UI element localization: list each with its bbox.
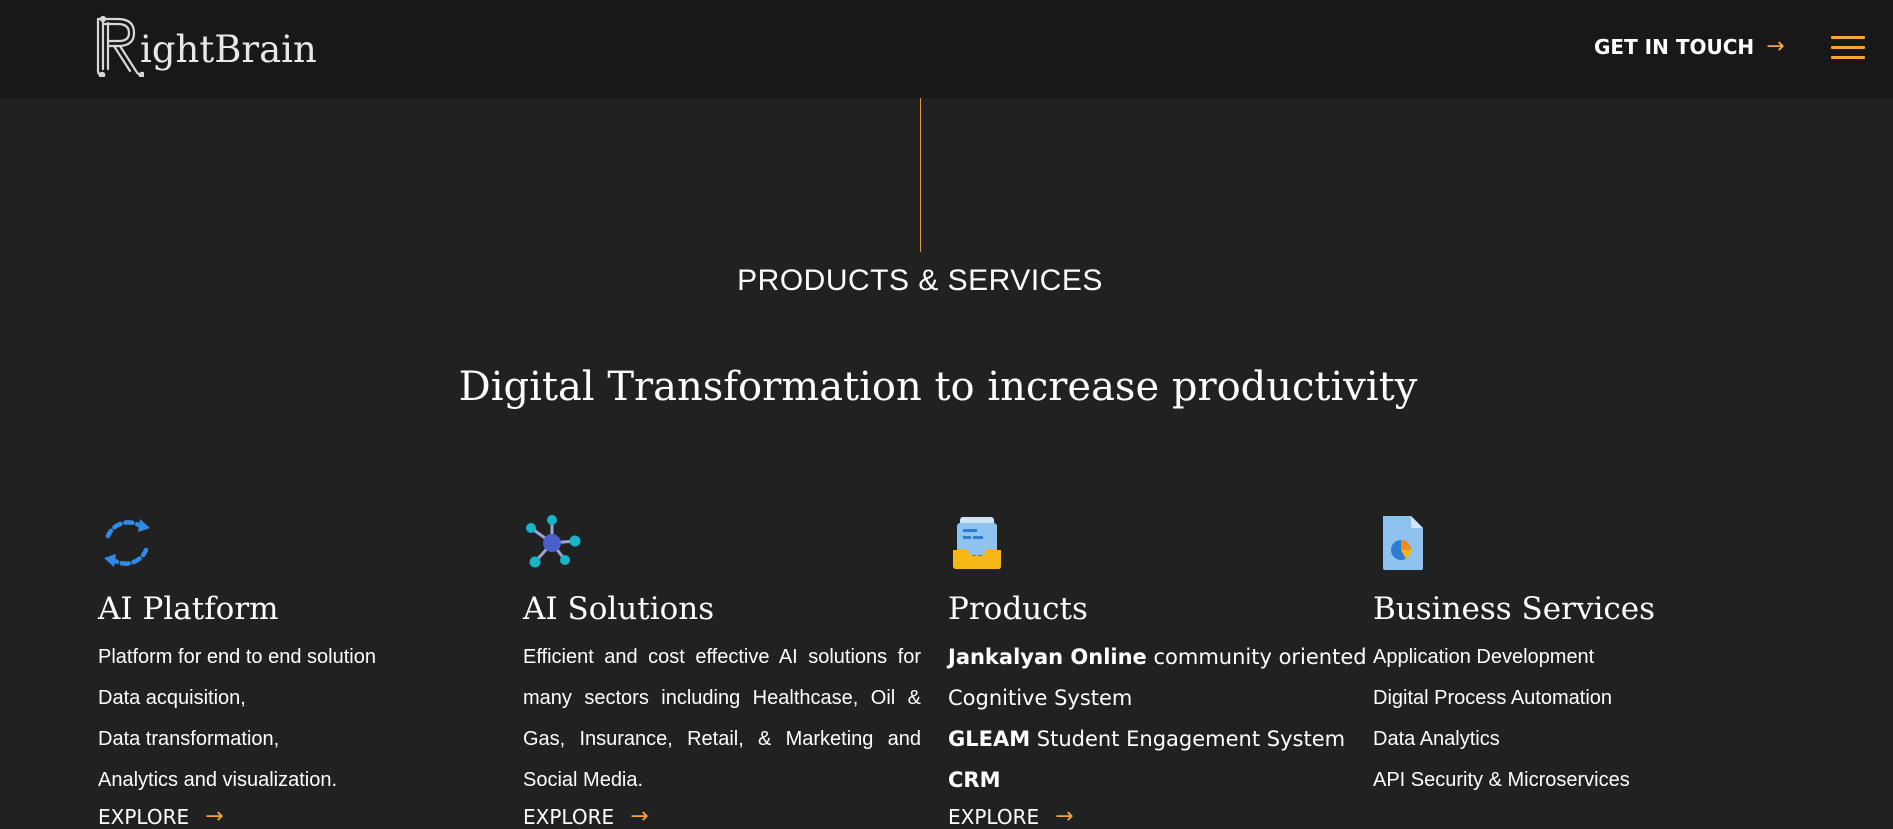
arrow-right-icon: → [1766,34,1785,59]
list-item: Application Development [1373,646,1595,668]
report-icon [1383,516,1423,570]
get-in-touch-label: GET IN TOUCH [1594,34,1755,59]
list-item: GLEAM Student Engagement System [948,727,1346,751]
explore-ai-solutions-link[interactable]: EXPLORE → [523,804,649,829]
card-ai-solutions: AI Solutions Efficient and cost effectiv… [523,514,951,801]
list-item: CRM [948,760,1376,801]
arrow-right-icon: → [205,804,224,829]
divider-line [920,98,921,252]
product-name: GLEAM [948,727,1031,751]
list-item: Data transformation, [98,728,280,750]
list-item: Cognitive System [948,686,1133,710]
sync-icon [104,519,150,567]
section-headline: Digital Transformation to increase produ… [458,364,1418,410]
list-item: Digital Process Automation [1373,687,1613,709]
card-title: AI Platform [98,591,279,627]
product-name: CRM [948,768,1001,792]
site-header: ightBrain GET IN TOUCH → [0,0,1893,98]
hamburger-icon [1831,36,1865,39]
card-body: Platform for end to end solution Data ac… [98,637,526,801]
arrow-right-icon: → [630,804,649,829]
list-item: Platform for end to end solution [98,646,376,668]
card-business-services: Business Services Application Developmen… [1373,514,1801,801]
list-item: Analytics and visualization. [98,769,338,791]
get-in-touch-link[interactable]: GET IN TOUCH → [1594,34,1785,59]
explore-label: EXPLORE [523,804,615,829]
brand-name: ightBrain [140,27,317,71]
arrow-right-icon: → [1055,804,1074,829]
inbox-icon [953,517,1001,569]
list-item: Data Analytics [1373,728,1500,750]
list-item: Jankalyan Online community oriented [948,645,1367,669]
explore-products-link[interactable]: EXPLORE → [948,804,1074,829]
card-body: Application Development Digital Process … [1373,637,1801,801]
list-item: API Security & Microservices [1373,769,1630,791]
network-icon [526,515,581,568]
list-item: Data acquisition, [98,687,246,709]
card-description: Efficient and cost effective AI solution… [523,646,921,791]
card-title: Products [948,591,1088,627]
card-ai-platform: AI Platform Platform for end to end solu… [98,514,526,801]
explore-ai-platform-link[interactable]: EXPLORE → [98,804,224,829]
explore-label: EXPLORE [948,804,1040,829]
section-eyebrow: PRODUCTS & SERVICES [737,264,1103,297]
logo-r-icon [96,15,144,77]
card-body: Jankalyan Online community oriented Cogn… [948,637,1376,801]
card-products: Products Jankalyan Online community orie… [948,514,1376,801]
explore-label: EXPLORE [98,804,190,829]
hamburger-menu-button[interactable] [1831,36,1865,60]
card-title: Business Services [1373,591,1655,627]
product-name: Jankalyan Online [948,645,1147,669]
card-title: AI Solutions [523,591,715,627]
brand-logo[interactable]: ightBrain [92,14,317,78]
